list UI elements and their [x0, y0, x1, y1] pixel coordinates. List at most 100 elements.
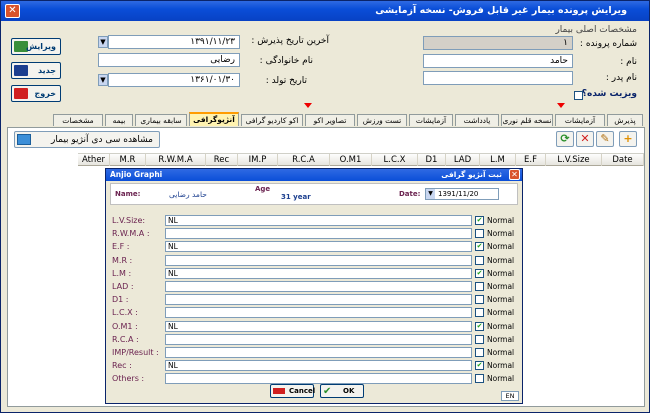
- normal-checkbox[interactable]: [475, 229, 484, 239]
- last-admit-field[interactable]: ۱۳۹۱/۱۱/۲۳: [108, 35, 240, 49]
- finding-input[interactable]: NL: [165, 267, 472, 279]
- family-field[interactable]: رضایی: [98, 53, 240, 67]
- finding-input[interactable]: [165, 294, 472, 306]
- finding-label: IMP/Result :: [112, 348, 159, 357]
- finding-input[interactable]: [165, 254, 472, 266]
- col-d1[interactable]: D1: [418, 154, 446, 166]
- col-rwma[interactable]: R.W.M.A: [146, 154, 206, 166]
- visit-checkbox[interactable]: [574, 91, 583, 100]
- cancel-button[interactable]: Cancel: [270, 384, 315, 398]
- name-field[interactable]: حامد: [423, 54, 573, 68]
- finding-input[interactable]: NL: [165, 360, 472, 372]
- dialog-close-icon[interactable]: ✕: [509, 169, 520, 180]
- finding-label: M.R :: [112, 255, 133, 265]
- tab-pen-prescription[interactable]: نسخه قلم نوری: [501, 114, 553, 126]
- delete-icon[interactable]: ✕: [576, 131, 594, 147]
- col-rec[interactable]: Rec: [206, 154, 238, 166]
- tab-tests[interactable]: آزمایشات: [409, 114, 453, 126]
- normal-checkbox[interactable]: ✔: [475, 361, 484, 371]
- normal-label: Normal: [487, 348, 515, 357]
- finding-label: L.M :: [112, 268, 132, 278]
- father-field[interactable]: [423, 71, 573, 85]
- normal-checkbox[interactable]: [475, 374, 484, 384]
- language-indicator: EN: [501, 391, 519, 401]
- title-bar: ویرایش پرونده بیمار غیر قابل فروش- نسخه …: [1, 1, 649, 21]
- normal-label: Normal: [487, 268, 515, 278]
- finding-label: L.V.Size:: [112, 216, 146, 225]
- new-icon: [14, 65, 28, 76]
- date-label: Date:: [399, 190, 421, 198]
- tab-insurance[interactable]: بیمه: [105, 114, 133, 126]
- tab-stress-test[interactable]: تست ورزش: [357, 114, 407, 126]
- tab-notes[interactable]: یادداشت: [455, 114, 499, 126]
- view-cd-button[interactable]: مشاهده سی دی آنژیو بیمار: [14, 131, 160, 148]
- tab-echocardiography[interactable]: اکو کاردیو گرافی: [241, 114, 303, 126]
- col-lm[interactable]: L.M: [480, 154, 516, 166]
- normal-label: Normal: [487, 361, 515, 371]
- finding-label: LAD :: [112, 282, 134, 291]
- finding-label: E.F :: [112, 242, 130, 252]
- col-mr[interactable]: M.R: [110, 154, 146, 166]
- normal-checkbox[interactable]: [475, 308, 484, 318]
- normal-checkbox[interactable]: [475, 255, 484, 265]
- finding-label: R.C.A :: [112, 334, 139, 344]
- exit-button[interactable]: خروج: [11, 85, 61, 102]
- last-admit-label: آخرین تاریخ پذیرش :: [251, 36, 329, 46]
- visit-label: ویزیت شده؟: [581, 89, 637, 99]
- add-icon[interactable]: +: [619, 131, 637, 147]
- col-rca[interactable]: R.C.A: [278, 154, 330, 166]
- tab-angiography[interactable]: آنژیوگرافی: [189, 112, 239, 126]
- col-lvsize[interactable]: L.V.Size: [546, 154, 602, 166]
- finding-input[interactable]: [165, 347, 472, 358]
- close-icon[interactable]: ✕: [5, 4, 20, 18]
- normal-checkbox[interactable]: [475, 282, 484, 291]
- tab-echo-images[interactable]: تصاویر اکو: [305, 114, 355, 126]
- finding-input[interactable]: NL: [165, 215, 472, 226]
- birth-field[interactable]: ۱۳۶۱/۰۱/۳۰: [108, 73, 240, 87]
- dialog-header: Name: حامد رضایی Age 31 year Date: 1391/…: [110, 183, 518, 205]
- tab-admission[interactable]: پذیرش: [607, 114, 643, 126]
- tab-strip: پذیرش آزمایشات نسخه قلم نوری یادداشت آزم…: [7, 112, 643, 127]
- normal-checkbox[interactable]: [475, 295, 484, 305]
- finding-label: Rec :: [112, 361, 132, 371]
- col-om1[interactable]: O.M1: [330, 154, 372, 166]
- chevron-down-icon[interactable]: ▼: [98, 74, 108, 86]
- finding-input[interactable]: [165, 333, 472, 345]
- chevron-down-icon[interactable]: ▼: [426, 189, 435, 199]
- tab-labs[interactable]: آزمایشات: [555, 114, 605, 126]
- normal-checkbox[interactable]: ✔: [475, 242, 484, 252]
- normal-checkbox[interactable]: ✔: [475, 268, 484, 278]
- normal-label: Normal: [487, 321, 515, 331]
- normal-checkbox[interactable]: [475, 348, 484, 357]
- normal-label: Normal: [487, 334, 515, 344]
- normal-checkbox[interactable]: ✔: [475, 321, 484, 331]
- finding-input[interactable]: NL: [165, 320, 472, 332]
- finding-input[interactable]: [165, 228, 472, 240]
- col-lcx[interactable]: L.C.X: [372, 154, 418, 166]
- date-field[interactable]: 1391/11/20: [425, 188, 499, 200]
- red-arrow-icon: [557, 103, 565, 108]
- normal-checkbox[interactable]: [475, 334, 484, 344]
- name-label: Name:: [115, 190, 141, 198]
- finding-input[interactable]: [165, 307, 472, 319]
- tab-medical-history[interactable]: سابقه بیماری: [135, 114, 187, 126]
- new-button[interactable]: جدید: [11, 62, 61, 79]
- normal-checkbox[interactable]: ✔: [475, 216, 484, 225]
- col-lad[interactable]: LAD: [446, 154, 480, 166]
- ok-button[interactable]: ✔ OK: [320, 384, 364, 398]
- edit-icon[interactable]: ✎: [596, 131, 614, 147]
- col-date[interactable]: Date: [602, 154, 644, 166]
- edit-button[interactable]: ویرایش: [11, 38, 61, 55]
- col-imp[interactable]: IM.P: [238, 154, 278, 166]
- tab-profile[interactable]: مشخصات: [53, 114, 103, 126]
- chevron-down-icon[interactable]: ▼: [98, 36, 108, 48]
- cancel-arrow-icon: [273, 388, 285, 394]
- finding-input[interactable]: [165, 373, 472, 385]
- refresh-icon[interactable]: ⟳: [556, 131, 574, 147]
- normal-label: Normal: [487, 255, 515, 265]
- finding-input[interactable]: [165, 281, 472, 292]
- file-no-field[interactable]: ۱: [423, 36, 573, 50]
- finding-input[interactable]: NL: [165, 241, 472, 253]
- col-ather[interactable]: Ather: [78, 154, 110, 166]
- col-ef[interactable]: E.F: [516, 154, 546, 166]
